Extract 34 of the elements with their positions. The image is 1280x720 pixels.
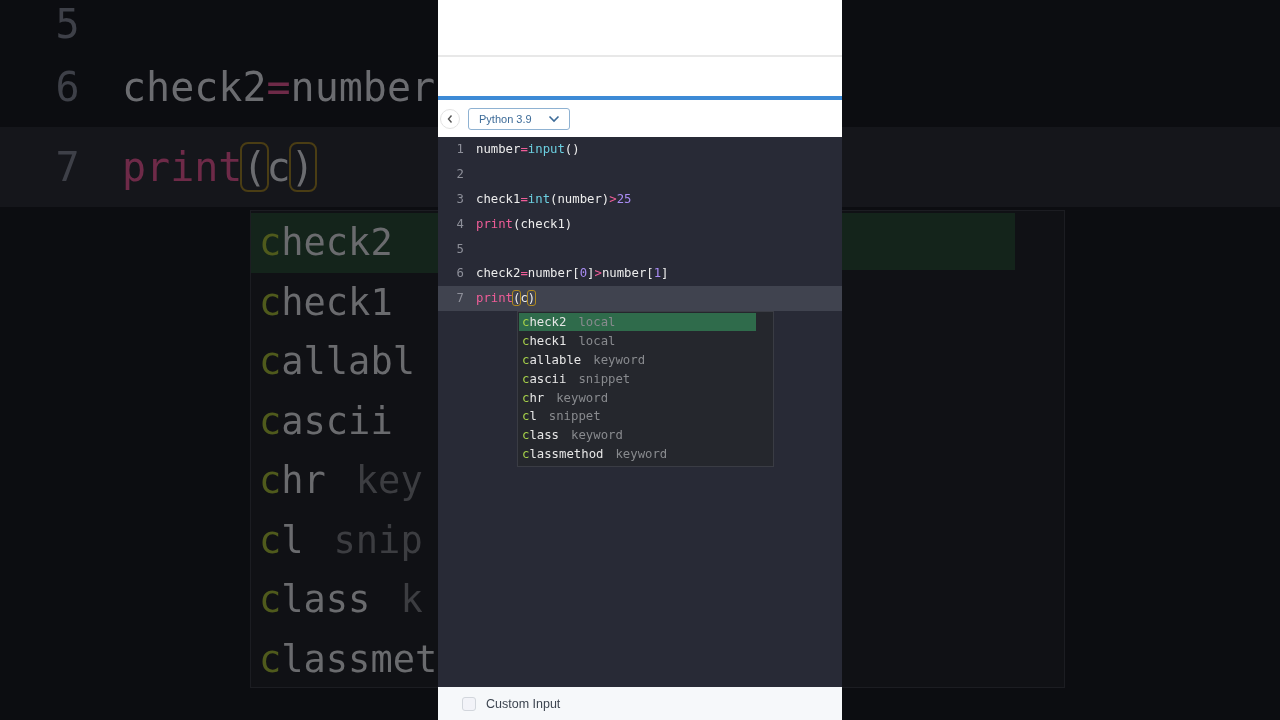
suggestion-item[interactable]: check1 local <box>519 331 756 351</box>
suggestion-item[interactable]: check2 <box>251 213 438 273</box>
code-editor[interactable] <box>438 137 842 687</box>
checkbox[interactable] <box>462 696 476 711</box>
suggestion-item[interactable]: cascii <box>251 391 438 451</box>
line-number: 7 <box>455 291 464 306</box>
code-line: print(c) <box>122 144 315 190</box>
code-line: print(c) <box>476 291 536 306</box>
suggestion-item[interactable]: check2 local <box>519 312 756 332</box>
language-dropdown[interactable]: Python 3.9 <box>468 107 570 130</box>
chevron-left-icon <box>446 113 454 124</box>
line-number: 6 <box>455 266 464 281</box>
line-number: 1 <box>455 142 464 157</box>
code-line: check1=int(number)>25 <box>476 192 632 206</box>
suggestion-item[interactable]: callabl <box>251 332 438 392</box>
suggestion-item[interactable]: classmet <box>251 629 438 689</box>
suggestion-item[interactable]: callable keyword <box>519 350 756 370</box>
code-line: number=input() <box>476 142 580 157</box>
suggestion-item[interactable]: cascii snippet <box>519 369 756 389</box>
line-number: 3 <box>455 192 464 206</box>
line-number: 5 <box>455 241 464 256</box>
suggestion-item[interactable]: cl snippet <box>519 407 756 426</box>
line-number: 4 <box>455 216 464 231</box>
suggestion-item[interactable]: chr keyword <box>519 388 756 408</box>
back-button[interactable] <box>440 108 460 129</box>
suggestion-item[interactable]: class keyword <box>519 425 756 445</box>
checkbox-label: Custom Input <box>486 696 561 711</box>
line-number: 2 <box>455 167 464 182</box>
code-line: print(check1) <box>476 216 573 231</box>
suggestion-item[interactable]: classmethod keyword <box>519 444 756 464</box>
chevron-down-icon <box>548 114 560 123</box>
code-line: check2=number[0]>number[1] <box>476 266 669 281</box>
suggestion-item[interactable]: check1 <box>251 272 438 332</box>
code-line: check2=number <box>122 64 436 110</box>
